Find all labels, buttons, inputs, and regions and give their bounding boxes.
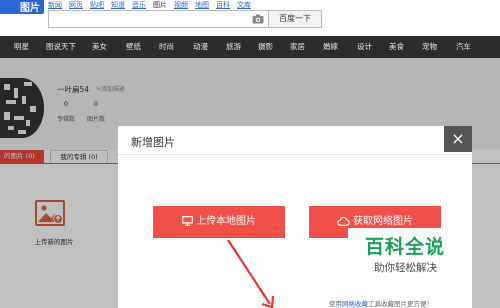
watermark-subtitle: 助你轻松解决	[374, 262, 437, 274]
category-item[interactable]: 婚嫁	[323, 36, 338, 58]
nav-link-web[interactable]: 网页	[69, 1, 83, 9]
footnote-suffix: 工具收藏图片更方便！	[368, 300, 433, 308]
category-item[interactable]: 动漫	[193, 36, 208, 58]
search-button[interactable]: 百度一下	[268, 10, 322, 28]
category-item[interactable]: 时尚	[159, 36, 174, 58]
monitor-icon	[182, 216, 193, 226]
category-item[interactable]: 宠物	[422, 36, 437, 58]
category-item[interactable]: 图说天下	[46, 36, 76, 58]
search-input[interactable]	[48, 10, 268, 28]
category-item[interactable]: 摄影	[258, 36, 273, 58]
upload-local-button[interactable]: 上传本地图片	[153, 206, 285, 238]
nav-link-video[interactable]: 视频	[174, 1, 188, 9]
dialog-title: 新增图片	[131, 136, 175, 149]
nav-link-baike[interactable]: 百科	[216, 1, 230, 9]
category-item[interactable]: 明星	[14, 36, 29, 58]
camera-icon[interactable]	[252, 14, 264, 24]
watermark-title: 百科全说	[365, 236, 446, 258]
pointer-arrow-icon	[227, 240, 275, 308]
watermark-logo: 百科全说 助你轻松解决	[348, 228, 470, 288]
top-nav-links: 新闻 网页 贴吧 知道 音乐 图片 视频 地图 百科 文库	[48, 0, 258, 10]
cloud-icon	[337, 216, 350, 226]
fetch-web-label: 获取网络图片	[353, 216, 413, 227]
nav-link-music[interactable]: 音乐	[132, 1, 146, 9]
upload-local-label: 上传本地图片	[196, 216, 256, 227]
category-item[interactable]: 旅游	[226, 36, 241, 58]
nav-link-news[interactable]: 新闻	[48, 1, 62, 9]
footnote-prefix: 使用	[329, 300, 342, 308]
category-item[interactable]: 美食	[389, 36, 404, 58]
close-icon: ×	[451, 129, 465, 148]
nav-link-zhidao[interactable]: 知道	[111, 1, 125, 9]
category-item[interactable]: 家居	[290, 36, 305, 58]
category-nav: 明星 图说天下 美女 壁纸 时尚 动漫 旅游 摄影 家居 婚嫁 设计 美食 宠物…	[0, 36, 500, 58]
nav-link-tieba[interactable]: 贴吧	[90, 1, 104, 9]
category-item[interactable]: 壁纸	[126, 36, 141, 58]
top-bar: 图片 新闻 网页 贴吧 知道 音乐 图片 视频 地图 百科 文库 百度一下	[0, 0, 500, 36]
category-item[interactable]: 汽车	[456, 36, 471, 58]
logo[interactable]: 图片	[0, 0, 44, 14]
category-item[interactable]: 设计	[357, 36, 372, 58]
category-item[interactable]: 美女	[92, 36, 107, 58]
logo-text: 图片	[20, 3, 40, 14]
dialog-footnote: 使用网络收藏工具收藏图片更方便！	[329, 298, 433, 308]
nav-link-images[interactable]: 图片	[153, 1, 167, 9]
web-collect-link[interactable]: 网络收藏	[342, 300, 368, 308]
nav-link-map[interactable]: 地图	[195, 1, 209, 9]
dialog-divider	[118, 154, 472, 155]
nav-link-wenku[interactable]: 文库	[237, 1, 251, 9]
close-button[interactable]: ×	[444, 126, 472, 152]
